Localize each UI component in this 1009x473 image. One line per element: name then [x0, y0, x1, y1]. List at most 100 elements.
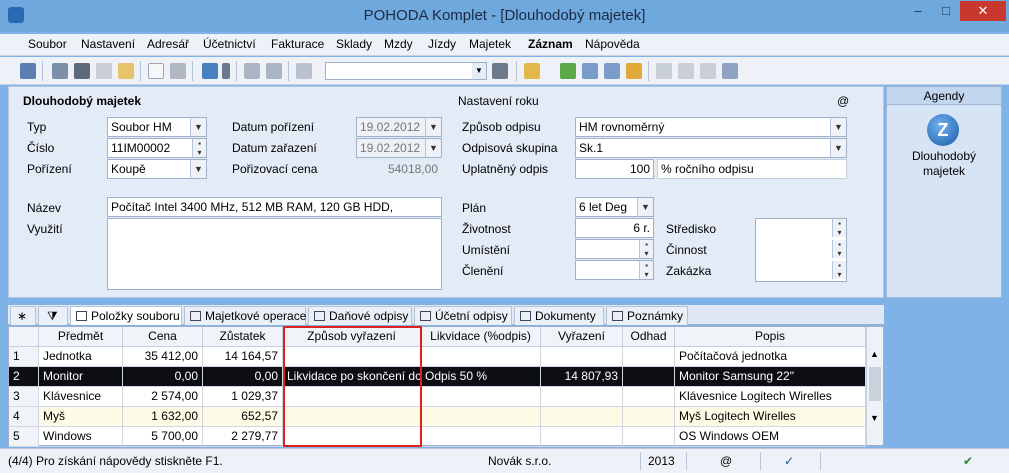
- tab-danove-odpisy[interactable]: Daňové odpisy: [308, 306, 412, 325]
- zpusob-odpisu-select[interactable]: HM rovnoměrný ▼: [575, 117, 847, 137]
- cell-zustatek[interactable]: 1 029,37: [203, 387, 283, 407]
- column-header-cena[interactable]: Cena: [123, 327, 203, 347]
- select-list-icon[interactable]: ▪ ▾: [192, 139, 206, 157]
- cell-predmet[interactable]: Monitor: [39, 367, 123, 387]
- save-icon[interactable]: [244, 63, 260, 79]
- typ-select[interactable]: Soubor HM ▼: [107, 117, 207, 137]
- cell-odhad[interactable]: [623, 407, 675, 427]
- cell-predmet[interactable]: Jednotka: [39, 347, 123, 367]
- chevron-down-icon[interactable]: ▼: [425, 139, 441, 157]
- cell-popis[interactable]: Monitor Samsung 22": [675, 367, 866, 387]
- help-icon[interactable]: [722, 63, 738, 79]
- menu-soubor[interactable]: Soubor: [28, 37, 67, 51]
- select-list-icon[interactable]: ▪ ▾: [832, 219, 846, 237]
- menu-ucetnictvi[interactable]: Účetnictví: [203, 37, 256, 51]
- folder-icon[interactable]: [524, 63, 540, 79]
- calculator-icon[interactable]: [582, 63, 598, 79]
- chevron-down-icon[interactable]: ▼: [190, 160, 206, 178]
- cell-popis[interactable]: Klávesnice Logitech Wirelles: [675, 387, 866, 407]
- cell-predmet[interactable]: Klávesnice: [39, 387, 123, 407]
- menu-sklady[interactable]: Sklady: [336, 37, 372, 51]
- minimize-button[interactable]: –: [905, 1, 931, 21]
- menu-nastaveni[interactable]: Nastavení: [81, 37, 135, 51]
- copy-icon[interactable]: [296, 63, 312, 79]
- cell-odhad[interactable]: [623, 347, 675, 367]
- filter-combo[interactable]: ▼: [325, 62, 487, 80]
- cell-cena[interactable]: 5 700,00: [123, 427, 203, 447]
- cell-popis[interactable]: OS Windows OEM: [675, 427, 866, 447]
- cell-predmet[interactable]: Myš: [39, 407, 123, 427]
- close-button[interactable]: ✕: [960, 1, 1006, 21]
- select-list-icon[interactable]: ▪ ▾: [832, 240, 846, 258]
- vertical-scrollbar[interactable]: ▲ ▼: [866, 327, 883, 445]
- menu-majetek[interactable]: Majetek: [469, 37, 511, 51]
- column-header-likvidace[interactable]: Likvidace (%odpis): [421, 327, 541, 347]
- message-icon[interactable]: [656, 63, 672, 79]
- status-check-icon[interactable]: ✓: [784, 454, 794, 468]
- column-header-vyrazeni[interactable]: Vyřazení: [541, 327, 623, 347]
- cell-likvidace[interactable]: [421, 387, 541, 407]
- list-icon[interactable]: [700, 63, 716, 79]
- tab-poznamky[interactable]: Poznámky: [606, 306, 688, 325]
- tab-majetkove-operace[interactable]: Majetkové operace: [184, 306, 306, 325]
- cancel-icon[interactable]: [266, 63, 282, 79]
- select-list-icon[interactable]: ▪ ▾: [639, 240, 653, 258]
- cell-zustatek[interactable]: 14 164,57: [203, 347, 283, 367]
- cell-zustatek[interactable]: 0,00: [203, 367, 283, 387]
- column-header[interactable]: [9, 327, 39, 347]
- odpisova-skupina-select[interactable]: Sk.1 ▼: [575, 138, 847, 158]
- chevron-down-icon[interactable]: ▼: [870, 413, 880, 423]
- cell-zustatek[interactable]: 2 279,77: [203, 427, 283, 447]
- datum-zarazeni-field[interactable]: 19.02.2012 ▼: [356, 138, 442, 158]
- vyuziti-field[interactable]: [107, 218, 442, 290]
- cell-odhad[interactable]: [623, 387, 675, 407]
- dlouhodoby-majetek-icon[interactable]: Z: [927, 114, 959, 146]
- preview-icon[interactable]: [96, 63, 112, 79]
- agenda-icon[interactable]: [20, 63, 36, 79]
- cell-cena[interactable]: 0,00: [123, 367, 203, 387]
- porizeni-select[interactable]: Koupě ▼: [107, 159, 207, 179]
- select-list-icon[interactable]: ▪ ▾: [832, 261, 846, 279]
- zivotnost-field[interactable]: 6 r.: [575, 218, 654, 238]
- coins-icon[interactable]: [626, 63, 642, 79]
- report-icon[interactable]: [118, 63, 134, 79]
- chevron-down-icon[interactable]: ▼: [830, 139, 846, 157]
- column-header-zustatek[interactable]: Zůstatek: [203, 327, 283, 347]
- maximize-button[interactable]: □: [933, 1, 959, 21]
- tab-dokumenty[interactable]: Dokumenty: [514, 306, 604, 325]
- chevron-down-icon[interactable]: ▼: [472, 63, 486, 79]
- column-header-popis[interactable]: Popis: [675, 327, 866, 347]
- column-header-predmet[interactable]: Předmět: [39, 327, 123, 347]
- edit-icon[interactable]: [170, 63, 186, 79]
- tab-polozky-souboru[interactable]: Položky souboru: [70, 306, 182, 325]
- cell-vyrazeni[interactable]: [541, 387, 623, 407]
- table-icon[interactable]: [604, 63, 620, 79]
- menu-fakturace[interactable]: Fakturace: [271, 37, 324, 51]
- scrollbar-thumb[interactable]: [869, 367, 881, 401]
- chevron-down-icon[interactable]: ▼: [830, 118, 846, 136]
- menu-jizdy[interactable]: Jízdy: [428, 37, 456, 51]
- cell-zustatek[interactable]: 652,57: [203, 407, 283, 427]
- menu-napoveda[interactable]: Nápověda: [585, 37, 640, 51]
- cell-cena[interactable]: 2 574,00: [123, 387, 203, 407]
- cell-likvidace[interactable]: [421, 427, 541, 447]
- print-icon[interactable]: [74, 63, 90, 79]
- back-arrow-icon[interactable]: [202, 63, 218, 79]
- cislo-field[interactable]: 11IM00002 ▪ ▾: [107, 138, 207, 158]
- cell-predmet[interactable]: Windows: [39, 427, 123, 447]
- cell-odhad[interactable]: [623, 427, 675, 447]
- status-ok-icon[interactable]: ✔: [963, 454, 973, 468]
- cell-odhad[interactable]: [623, 367, 675, 387]
- window-icon[interactable]: [678, 63, 694, 79]
- nazev-field[interactable]: Počítač Intel 3400 MHz, 512 MB RAM, 120 …: [107, 197, 442, 217]
- plan-select[interactable]: 6 let Deg ▼: [575, 197, 654, 217]
- new-record-icon[interactable]: [148, 63, 164, 79]
- agenda-item-dlouhodoby-majetek[interactable]: Dlouhodobý majetek: [887, 149, 1001, 179]
- cell-cena[interactable]: 35 412,00: [123, 347, 203, 367]
- cell-vyrazeni[interactable]: [541, 407, 623, 427]
- umisteni-field[interactable]: ▪ ▾: [575, 239, 654, 259]
- column-header-odhad[interactable]: Odhad: [623, 327, 675, 347]
- chevron-down-icon[interactable]: ▼: [190, 118, 206, 136]
- cell-likvidace[interactable]: [421, 407, 541, 427]
- chevron-down-icon[interactable]: [222, 63, 230, 79]
